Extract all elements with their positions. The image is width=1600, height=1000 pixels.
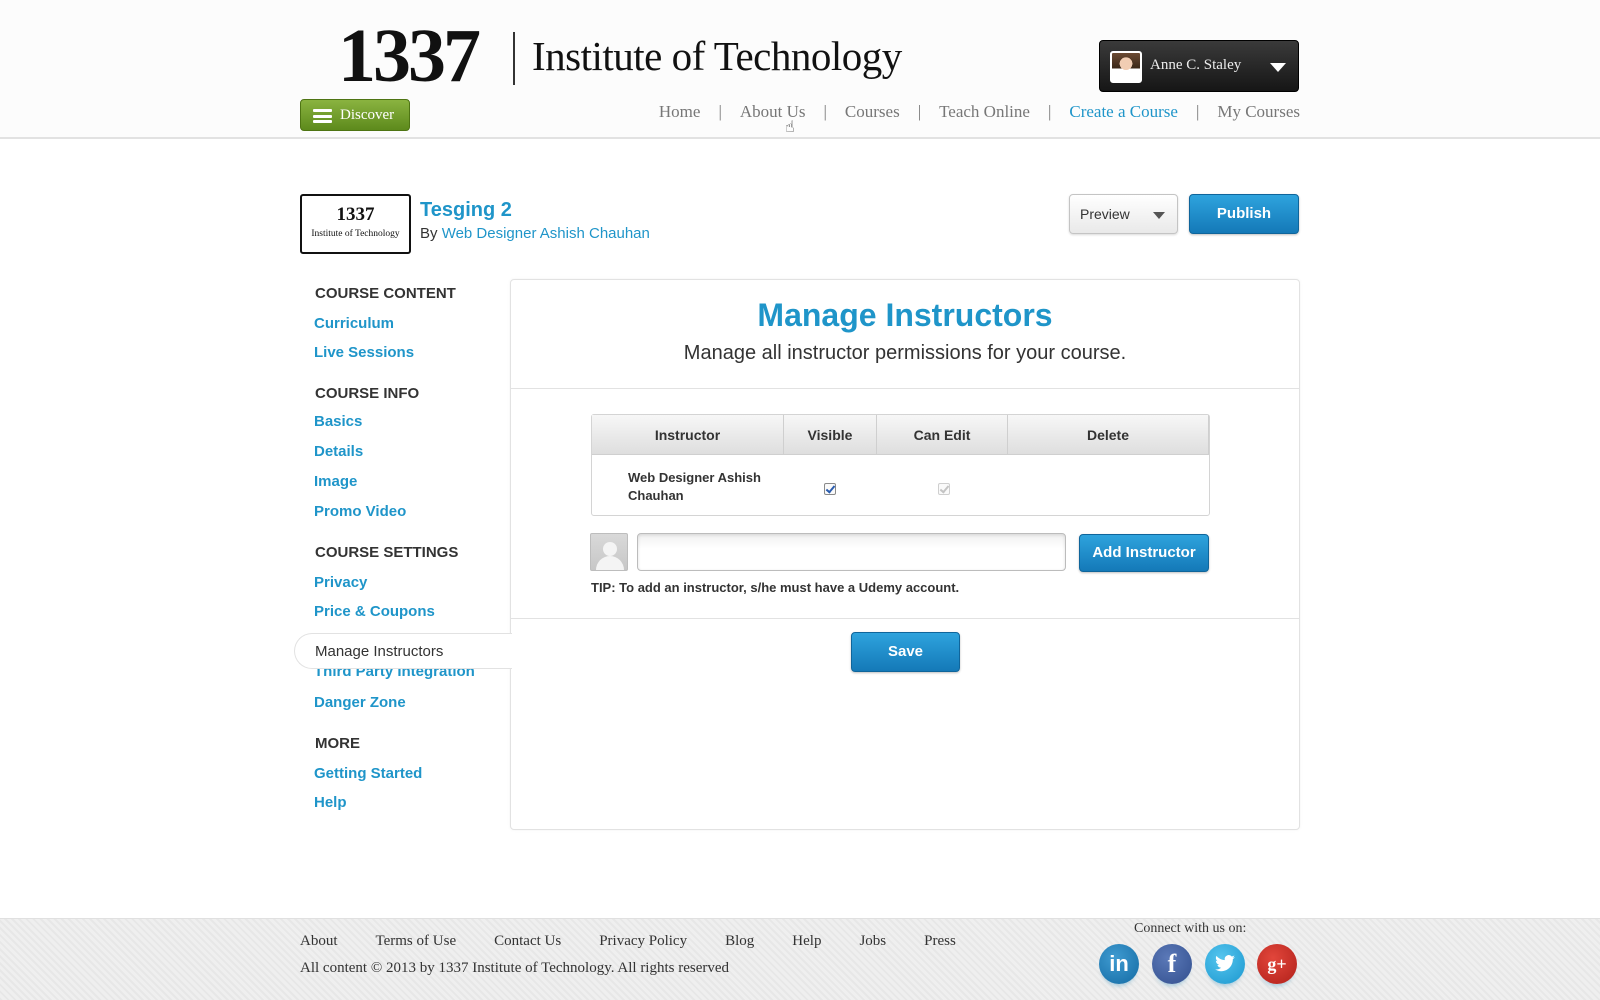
sidebar-item-promo-video[interactable]: Promo Video — [314, 503, 406, 520]
save-button[interactable]: Save — [851, 632, 960, 672]
can-edit-checkbox — [938, 483, 950, 495]
column-header-can-edit: Can Edit — [877, 415, 1008, 455]
nav-separator: | — [718, 102, 722, 121]
sidebar-item-basics[interactable]: Basics — [314, 413, 362, 430]
nav-separator: | — [823, 102, 827, 121]
linkedin-icon[interactable]: in — [1099, 944, 1139, 984]
twitter-icon[interactable] — [1205, 944, 1245, 984]
preview-dropdown[interactable]: Preview — [1069, 194, 1178, 234]
facebook-icon[interactable]: f — [1152, 944, 1192, 984]
footer-link-press[interactable]: Press — [924, 933, 956, 950]
divider — [511, 388, 1299, 389]
sidebar-item-label: Manage Instructors — [315, 643, 444, 660]
column-header-instructor: Instructor — [592, 415, 784, 455]
footer-link-about[interactable]: About — [300, 933, 338, 950]
divider — [511, 618, 1299, 619]
course-logo-number: 1337 — [336, 204, 375, 225]
sidebar-item-details[interactable]: Details — [314, 443, 363, 460]
site-footer: About Terms of Use Contact Us Privacy Po… — [0, 918, 1600, 1000]
footer-links: About Terms of Use Contact Us Privacy Po… — [300, 933, 994, 950]
manage-instructors-panel: Manage Instructors Manage all instructor… — [510, 279, 1300, 830]
course-author-link[interactable]: Web Designer Ashish Chauhan — [442, 225, 650, 242]
sidebar-item-image[interactable]: Image — [314, 473, 357, 490]
column-header-delete: Delete — [1008, 415, 1209, 455]
add-instructor-button[interactable]: Add Instructor — [1079, 534, 1209, 572]
sidebar-item-live-sessions[interactable]: Live Sessions — [314, 344, 414, 361]
chevron-down-icon — [1270, 63, 1286, 72]
nav-about-us[interactable]: About Us — [740, 102, 806, 122]
course-logo-name: Institute of Technology — [311, 229, 400, 239]
preview-label: Preview — [1080, 206, 1130, 222]
twitter-bird-glyph — [1215, 955, 1235, 972]
sidebar-item-curriculum[interactable]: Curriculum — [314, 315, 394, 332]
sidebar-heading-more: MORE — [315, 735, 360, 752]
footer-link-contact[interactable]: Contact Us — [494, 933, 561, 950]
footer-link-jobs[interactable]: Jobs — [859, 933, 886, 950]
hand-cursor-icon: ☝ — [785, 119, 795, 136]
tip-text: TIP: To add an instructor, s/he must hav… — [591, 580, 960, 595]
logo-number[interactable]: 1337 — [338, 18, 481, 94]
connect-label: Connect with us on: — [1134, 921, 1247, 936]
google-plus-icon[interactable]: g+ — [1257, 944, 1297, 984]
footer-link-terms[interactable]: Terms of Use — [376, 933, 457, 950]
default-avatar-icon — [590, 533, 628, 571]
nav-courses[interactable]: Courses — [845, 102, 900, 122]
nav-my-courses[interactable]: My Courses — [1217, 102, 1300, 122]
course-byline: By Web Designer Ashish Chauhan — [420, 225, 650, 242]
column-header-visible: Visible — [784, 415, 877, 455]
footer-link-privacy[interactable]: Privacy Policy — [599, 933, 687, 950]
visible-checkbox[interactable] — [824, 483, 836, 495]
site-header: 1337 Institute of Technology Anne C. Sta… — [0, 0, 1600, 139]
sidebar-item-help[interactable]: Help — [314, 794, 347, 811]
sidebar-heading-course-content: COURSE CONTENT — [315, 285, 456, 302]
menu-icon — [313, 109, 332, 123]
nav-separator: | — [1195, 102, 1200, 121]
discover-button[interactable]: Discover — [300, 99, 410, 131]
discover-label: Discover — [340, 107, 395, 123]
sidebar-item-price-coupons[interactable]: Price & Coupons — [314, 603, 435, 620]
copyright-text: All content © 2013 by 1337 Institute of … — [300, 960, 730, 976]
instructor-name: Web Designer Ashish Chauhan — [628, 470, 761, 503]
nav-separator: | — [917, 102, 922, 121]
footer-link-help[interactable]: Help — [792, 933, 821, 950]
sidebar-heading-course-settings: COURSE SETTINGS — [315, 544, 459, 561]
sidebar-item-danger-zone[interactable]: Danger Zone — [314, 694, 406, 711]
nav-create-a-course[interactable]: Create a Course — [1069, 102, 1178, 122]
main-nav: Home | About Us | Courses | Teach Online… — [659, 102, 1300, 122]
instructors-table: Instructor Visible Can Edit Delete Web D… — [591, 414, 1210, 516]
user-name: Anne C. Staley — [1150, 57, 1242, 73]
publish-button[interactable]: Publish — [1189, 194, 1299, 234]
course-logo[interactable]: 1337 Institute of Technology — [300, 194, 411, 254]
byline-prefix: By — [420, 225, 438, 242]
user-menu[interactable]: Anne C. Staley — [1099, 40, 1299, 92]
sidebar-item-getting-started[interactable]: Getting Started — [314, 765, 422, 782]
add-instructor-input[interactable] — [637, 533, 1066, 571]
sidebar-item-manage-instructors[interactable]: Manage Instructors — [294, 633, 512, 669]
logo-name[interactable]: Institute of Technology — [532, 33, 902, 79]
footer-link-blog[interactable]: Blog — [725, 933, 754, 950]
nav-teach-online[interactable]: Teach Online — [939, 102, 1030, 122]
page-title: Manage Instructors — [757, 297, 1053, 333]
user-avatar — [1110, 51, 1142, 83]
course-title[interactable]: Tesging 2 — [420, 199, 512, 222]
sidebar-item-privacy[interactable]: Privacy — [314, 574, 367, 591]
nav-separator: | — [1047, 102, 1052, 121]
chevron-down-icon — [1153, 212, 1165, 219]
page-subtitle: Manage all instructor permissions for yo… — [683, 342, 1127, 364]
logo-divider — [513, 32, 515, 85]
sidebar-heading-course-info: COURSE INFO — [315, 385, 420, 402]
nav-home[interactable]: Home — [659, 102, 701, 122]
